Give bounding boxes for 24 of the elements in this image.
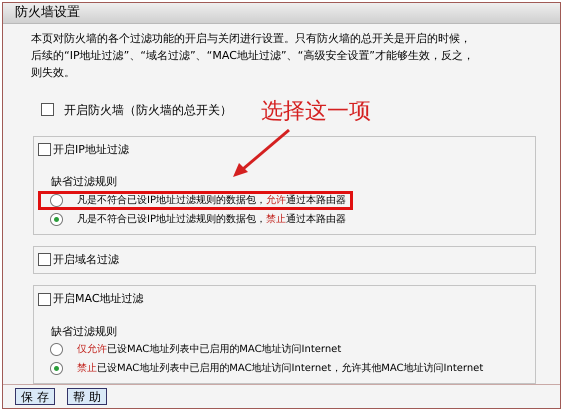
checkbox[interactable] <box>38 143 51 156</box>
window-title: 防火墙设置 <box>15 4 80 22</box>
radio-button[interactable] <box>50 362 63 375</box>
radio-button[interactable] <box>50 343 63 356</box>
checkbox[interactable] <box>38 292 51 306</box>
form-button[interactable]: 帮 助 <box>67 388 107 405</box>
annotation-text: 选择这一项 <box>261 98 371 126</box>
description: 本页对防火墙的各个过滤功能的开启与关闭进行设置。只有防火墙的总开关是开启的时候，后续的“IP地址过滤”、“域名过滤”、“MAC地址过滤”、“高级安全设置”才能够生效，反之，则失效。 <box>30 30 475 80</box>
checkbox[interactable] <box>41 103 54 116</box>
rule-text: 凡是不符合已设IP地址过滤规则的数据包，允许通过本路由器 <box>77 194 346 208</box>
form-button[interactable]: 保 存 <box>15 388 55 405</box>
rule-text: 凡是不符合已设IP地址过滤规则的数据包，禁止通过本路由器 <box>77 212 346 226</box>
rules-title: 缺省过滤规则 <box>51 324 118 340</box>
radio-button[interactable] <box>50 194 63 206</box>
checkbox[interactable] <box>38 253 51 266</box>
rule-text: 禁止已设MAC地址列表中已启用的MAC地址访问Internet，允许其他MAC地址访问Internet <box>77 362 484 376</box>
radio-button[interactable] <box>50 212 63 226</box>
checkbox-label: 开启IP地址过滤 <box>53 142 129 158</box>
checkbox-label: 开启域名过滤 <box>53 252 119 268</box>
rule-text: 仅允许已设MAC地址列表中已启用的MAC地址访问Internet <box>77 342 342 357</box>
rules-title: 缺省过滤规则 <box>51 174 118 190</box>
annotation-arrow <box>231 127 293 179</box>
checkbox-label: 开启MAC地址过滤 <box>53 291 144 307</box>
checkbox-label: 开启防火墙（防火墙的总开关） <box>64 102 232 118</box>
